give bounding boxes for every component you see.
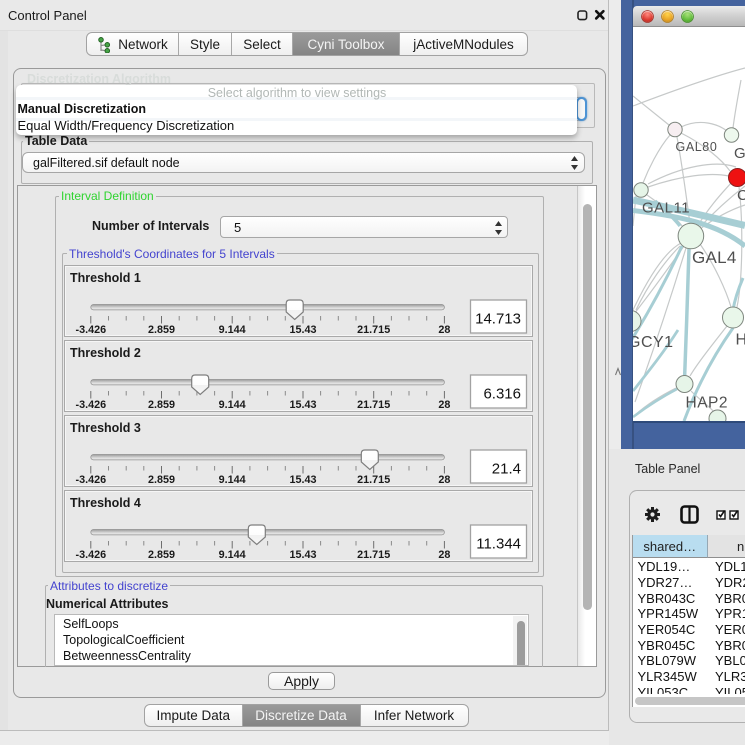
svg-text:9.144: 9.144 [218, 474, 245, 486]
svg-text:28: 28 [438, 549, 450, 561]
svg-text:2.859: 2.859 [147, 399, 174, 411]
svg-text:21.4: 21.4 [491, 461, 520, 478]
svg-text:Threshold 3: Threshold 3 [70, 421, 141, 435]
svg-text:GA: GA [734, 145, 745, 162]
svg-text:-3.426: -3.426 [75, 399, 106, 411]
svg-text:21.715: 21.715 [357, 399, 390, 411]
svg-text:6.316: 6.316 [483, 386, 521, 403]
svg-text:15.43: 15.43 [289, 399, 316, 411]
svg-text:21.715: 21.715 [357, 549, 390, 561]
svg-text:GCY1: GCY1 [633, 334, 674, 351]
svg-text:GAL4: GAL4 [692, 248, 737, 267]
svg-text:GAL11: GAL11 [642, 200, 690, 217]
svg-text:21.715: 21.715 [357, 474, 390, 486]
svg-text:11.344: 11.344 [476, 536, 521, 553]
svg-text:-3.426: -3.426 [75, 324, 106, 336]
svg-text:2.859: 2.859 [147, 549, 174, 561]
svg-text:C: C [737, 187, 745, 204]
svg-text:GAL80: GAL80 [676, 140, 718, 154]
svg-text:-3.426: -3.426 [75, 549, 106, 561]
svg-text:28: 28 [438, 474, 450, 486]
svg-text:9.144: 9.144 [218, 324, 245, 336]
svg-text:2.859: 2.859 [147, 474, 174, 486]
svg-text:Threshold 2: Threshold 2 [70, 346, 141, 360]
svg-text:14.713: 14.713 [475, 311, 521, 328]
svg-text:15.43: 15.43 [289, 324, 316, 336]
svg-text:15.43: 15.43 [289, 474, 316, 486]
svg-text:28: 28 [438, 399, 450, 411]
svg-text:-3.426: -3.426 [75, 474, 106, 486]
svg-text:HAP2: HAP2 [686, 395, 729, 412]
svg-text:H: H [736, 332, 745, 349]
svg-text:9.144: 9.144 [218, 399, 245, 411]
svg-text:21.715: 21.715 [357, 324, 390, 336]
svg-text:Threshold 4: Threshold 4 [70, 496, 141, 510]
svg-text:15.43: 15.43 [289, 549, 316, 561]
svg-text:9.144: 9.144 [218, 549, 245, 561]
svg-text:Threshold 1: Threshold 1 [70, 271, 141, 285]
svg-text:2.859: 2.859 [147, 324, 174, 336]
svg-text:28: 28 [438, 324, 450, 336]
